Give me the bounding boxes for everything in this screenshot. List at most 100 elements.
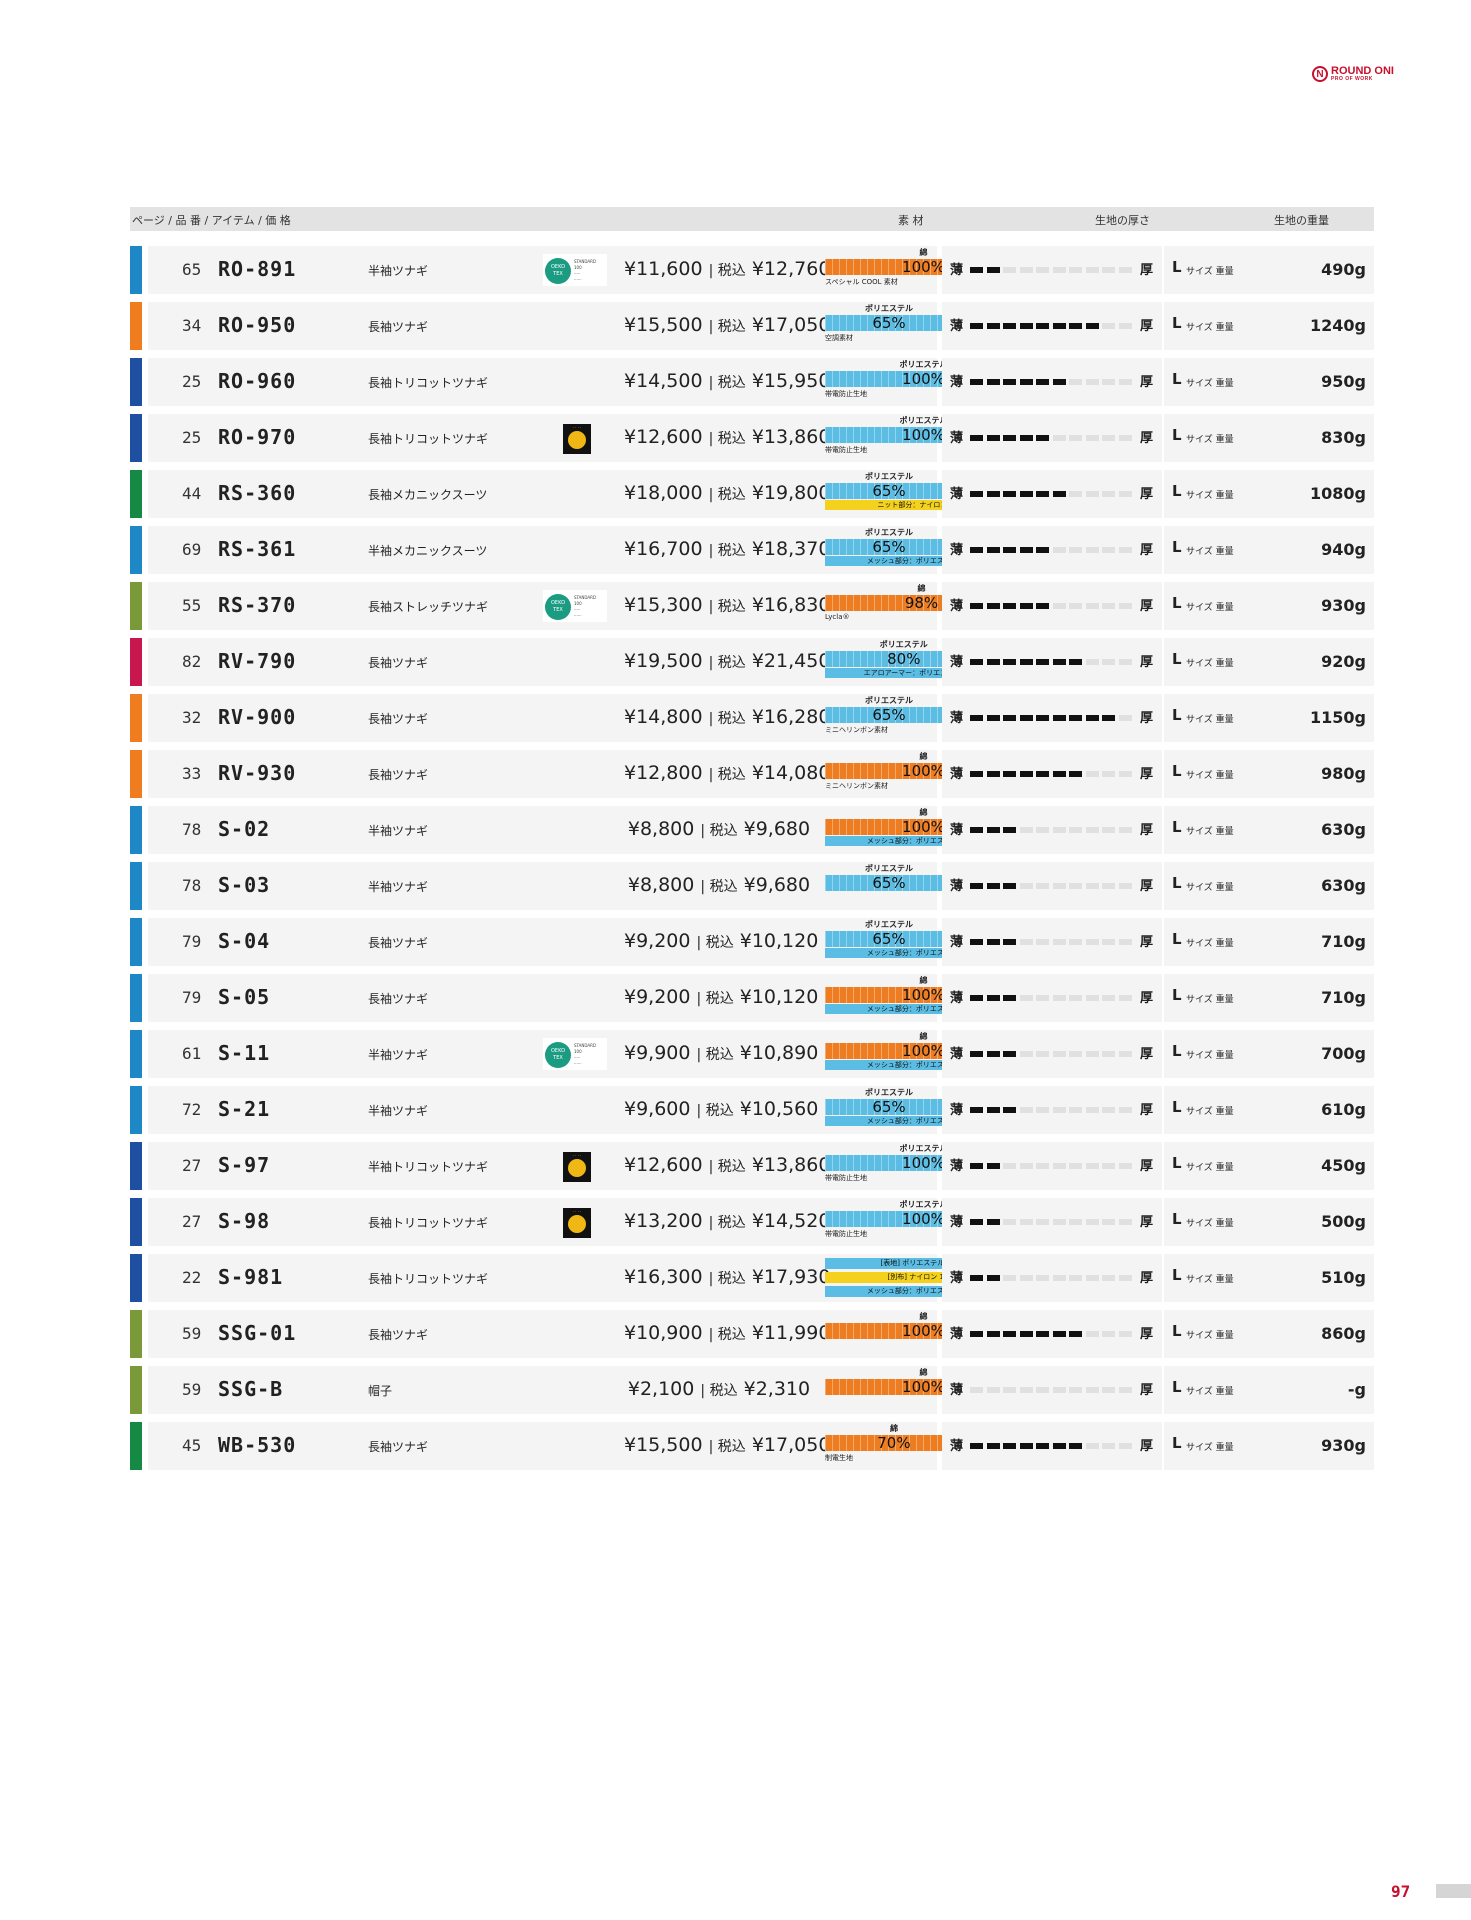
thickness-step <box>1019 883 1033 889</box>
thickness-step <box>1102 379 1115 385</box>
item-name: 長袖ツナギ <box>368 1440 429 1454</box>
weight-value: -g <box>1347 1380 1366 1399</box>
thickness-step <box>986 491 1000 497</box>
price-with-tax: ¥16,830 <box>751 594 831 616</box>
size-letter: L <box>1172 258 1182 276</box>
thickness-step <box>1085 379 1099 385</box>
size-weight-label: サイズ 重量 <box>1186 1275 1234 1285</box>
thickness-step <box>1003 827 1016 833</box>
page-ref: 55 <box>182 596 202 615</box>
price-with-tax: ¥17,050 <box>751 314 831 336</box>
thickness-step <box>1118 659 1132 665</box>
weight-cell: L サイズ 重量 -g <box>1164 1366 1374 1414</box>
thickness-step <box>1052 267 1066 273</box>
thickness-step <box>986 939 1000 945</box>
thickness-cell: 薄厚 <box>942 582 1162 630</box>
material-label: ポリエステル <box>865 1088 914 1097</box>
material-label: ポリエステル <box>899 416 948 425</box>
thick-label: 厚 <box>1140 1383 1154 1398</box>
product-code: RO-960 <box>218 369 297 393</box>
thickness-step <box>986 715 1000 721</box>
thickness-step <box>1069 435 1082 441</box>
thickness-step <box>1069 1387 1082 1393</box>
thickness-step <box>1036 883 1049 889</box>
table-row: 61 S-11 半袖ツナギ OEKO TEX STANDARD 100 ····· ······… <box>130 1030 1374 1078</box>
thickness-step <box>1052 939 1066 945</box>
certification-badge-icon: · · · · <box>563 1208 591 1238</box>
material-percent: 65% <box>872 539 906 555</box>
price-with-tax: ¥16,280 <box>751 706 831 728</box>
material-label: 綿 <box>919 1032 928 1041</box>
page-ref: 72 <box>182 1100 202 1119</box>
material-segment: 65% <box>825 1099 954 1115</box>
category-stripe <box>130 1366 142 1414</box>
weight-value: 500g <box>1321 1212 1366 1231</box>
thickness-step <box>1102 267 1115 273</box>
material-note: 制電生地 <box>825 1454 853 1462</box>
thickness-step <box>1102 1443 1115 1449</box>
material-label: 綿 <box>919 976 928 985</box>
thickness-step <box>1019 1387 1033 1393</box>
thickness-step <box>1003 771 1016 777</box>
product-code: S-21 <box>218 1097 271 1121</box>
thickness-step <box>1102 883 1115 889</box>
thickness-step <box>1019 1107 1033 1113</box>
price: ¥8,800 | 税込 ¥9,680 <box>624 818 814 840</box>
table-row: 79 S-05 長袖ツナギ ¥9,200 | 税込 ¥10,120 100% 綿メッシュ部… <box>130 974 1374 1022</box>
price-base: ¥12,600 <box>624 426 703 448</box>
tax-label: | 税込 <box>700 1383 738 1399</box>
price-base: ¥19,500 <box>624 650 703 672</box>
brand-mark-icon: N <box>1312 66 1328 82</box>
price: ¥9,200 | 税込 ¥10,120 <box>624 986 818 1008</box>
thickness-step <box>1003 1107 1016 1113</box>
thickness-step <box>1036 435 1049 441</box>
material-note: 帯電防止生地 <box>825 1230 867 1238</box>
price-base: ¥14,800 <box>624 706 703 728</box>
material-note: 帯電防止生地 <box>825 446 867 454</box>
category-stripe <box>130 414 142 462</box>
product-info: 79S-04長袖ツナギ¥9,200 | 税込 ¥10,12065%35%ポリエス… <box>148 918 1022 966</box>
thickness-cell: 薄厚 <box>942 302 1162 350</box>
thickness-meter <box>970 1331 1136 1337</box>
material-note: 帯電防止生地 <box>825 390 867 398</box>
product-code: S-981 <box>218 1265 284 1289</box>
thick-label: 厚 <box>1140 935 1154 950</box>
thickness-step <box>1118 267 1132 273</box>
thickness-step <box>970 1331 983 1337</box>
material-label: 綿 <box>889 1424 898 1433</box>
size-letter: L <box>1172 986 1182 1004</box>
size-letter: L <box>1172 762 1182 780</box>
weight-value: 980g <box>1321 764 1366 783</box>
thickness-step <box>1069 267 1082 273</box>
thickness-step <box>1019 995 1033 1001</box>
page-ref: 25 <box>182 428 202 447</box>
page-ref: 61 <box>182 1044 202 1063</box>
material-segment: 65% <box>825 931 954 947</box>
table-row: 78 S-02 半袖ツナギ ¥8,800 | 税込 ¥9,680 100% 綿メッシュ部分… <box>130 806 1374 854</box>
thickness-step <box>1036 1331 1049 1337</box>
thickness-step <box>970 435 983 441</box>
thickness-step <box>1118 715 1132 721</box>
product-code: RS-361 <box>218 537 297 561</box>
price: ¥15,500 | 税込 ¥17,050 <box>624 314 830 336</box>
thickness-step <box>1118 827 1132 833</box>
thickness-step <box>1052 1331 1066 1337</box>
size-weight-label: サイズ 重量 <box>1186 715 1234 725</box>
thin-label: 薄 <box>950 1159 964 1174</box>
tax-label: | 税込 <box>696 1047 734 1063</box>
brand-tagline: PRO OF WORK <box>1331 76 1373 82</box>
category-stripe <box>130 582 142 630</box>
page-ref: 79 <box>182 988 202 1007</box>
material-note: ミニヘリンボン素材 <box>825 726 888 734</box>
thickness-step <box>1102 1331 1115 1337</box>
thickness-step <box>1085 603 1099 609</box>
thin-label: 薄 <box>950 1327 964 1342</box>
thickness-step <box>1019 435 1033 441</box>
material-label: 綿 <box>919 808 928 817</box>
thin-label: 薄 <box>950 991 964 1006</box>
thickness-step <box>1052 659 1066 665</box>
product-info: 59 SSG-B 帽子 ¥2,100 | 税込 ¥2,310 100% 綿 <box>148 1366 1022 1414</box>
thickness-cell: 薄厚 <box>942 750 1162 798</box>
page-ref: 44 <box>182 484 202 503</box>
thickness-meter <box>970 491 1136 497</box>
